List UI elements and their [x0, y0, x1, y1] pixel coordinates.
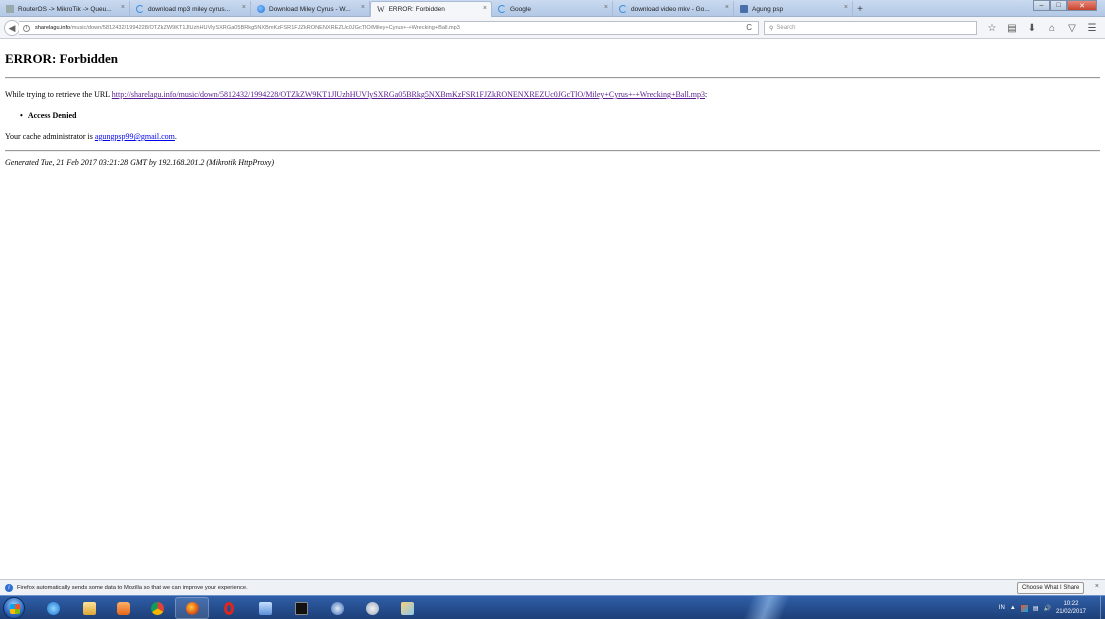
clock-date: 21/02/2017: [1055, 609, 1086, 615]
tab-close-icon[interactable]: ×: [121, 4, 125, 11]
tab-close-icon[interactable]: ×: [361, 4, 365, 11]
home-icon[interactable]: ⌂: [1042, 21, 1062, 35]
reading-list-icon[interactable]: ▤: [1002, 21, 1022, 35]
tab-label: download mp3 miley cyrus...: [148, 5, 231, 13]
retrieve-message: While trying to retrieve the URL http://…: [5, 90, 707, 99]
admin-suffix: .: [174, 132, 177, 141]
requested-url-link[interactable]: http://sharelagu.info/music/down/5812432…: [112, 90, 705, 99]
show-desktop-button[interactable]: [1100, 596, 1105, 619]
ie-icon[interactable]: [36, 597, 70, 619]
retrieve-prefix: While trying to retrieve the URL: [5, 90, 112, 99]
paint-icon[interactable]: [390, 597, 424, 619]
tab-close-icon[interactable]: ×: [725, 4, 729, 11]
toolbar-icons: ☆ ▤ ⬇ ⌂ ▽ ☰: [982, 21, 1102, 35]
pocket-icon[interactable]: ▽: [1062, 21, 1082, 35]
generated-footer: Generated Tue, 21 Feb 2017 03:21:28 GMT …: [5, 158, 274, 167]
system-tray: IN ▲ ▤ 🔊 10:22 21/02/2017: [999, 596, 1099, 619]
divider: [5, 150, 1100, 152]
tab-list: RouterOS -> MikroTik -> Queu... × downlo…: [0, 1, 867, 17]
back-button[interactable]: ◀: [4, 20, 20, 36]
retrieve-suffix: :: [705, 90, 708, 99]
globe-icon: [257, 5, 265, 13]
tab-routeros[interactable]: RouterOS -> MikroTik -> Queu... ×: [0, 1, 130, 17]
tab-agung-psp[interactable]: Agung psp ×: [734, 1, 853, 17]
window-controls: – □ ✕: [1033, 0, 1097, 11]
choose-what-i-share-button[interactable]: Choose What I Share: [1017, 582, 1085, 594]
search-app-icon[interactable]: [355, 597, 389, 619]
error-reason: Access Denied: [20, 111, 77, 120]
tab-strip: RouterOS -> MikroTik -> Queu... × downlo…: [0, 0, 1105, 17]
search-placeholder: Search: [776, 25, 796, 31]
loading-icon: [498, 5, 506, 13]
tab-download-miley[interactable]: Download Miley Cyrus - W... ×: [251, 1, 370, 17]
menu-icon[interactable]: ☰: [1082, 21, 1102, 35]
tab-label: ERROR: Forbidden: [388, 6, 445, 13]
notification-bar: i Firefox automatically sends some data …: [0, 579, 1105, 595]
tab-close-icon[interactable]: ×: [844, 4, 848, 11]
tab-label: download video mkv - Go...: [631, 5, 710, 13]
address-bar[interactable]: i sharelagu.info/music/down/5812432/1994…: [19, 21, 759, 35]
arrow-left-icon: ◀: [8, 22, 16, 33]
info-icon: i: [5, 583, 13, 592]
explorer-icon[interactable]: [72, 597, 106, 619]
clock-time: 10:22: [1063, 601, 1079, 607]
tab-label: Agung psp: [752, 5, 784, 13]
taskbar: IN ▲ ▤ 🔊 10:22 21/02/2017: [0, 595, 1105, 619]
info-icon[interactable]: i: [23, 24, 30, 32]
navigation-bar: ◀ i sharelagu.info/music/down/5812432/19…: [0, 17, 1105, 39]
reload-icon[interactable]: C: [746, 23, 752, 32]
tab-close-icon[interactable]: ×: [242, 4, 246, 11]
network-tray-icon[interactable]: ▤: [1033, 605, 1039, 612]
divider: [5, 77, 1100, 79]
tab-label: Download Miley Cyrus - W...: [269, 5, 351, 13]
language-indicator[interactable]: IN: [999, 605, 1005, 611]
chrome-icon[interactable]: [140, 597, 174, 619]
volume-icon[interactable]: 🔊: [1043, 605, 1050, 612]
wallpaper-swoosh: [700, 596, 820, 619]
url-path: /music/down/5812432/1994228/OTZkZW9KT1Jl…: [70, 25, 460, 31]
generic-icon: [6, 5, 14, 13]
tab-close-icon[interactable]: ×: [604, 4, 608, 11]
new-tab-button[interactable]: +: [853, 1, 867, 17]
start-button[interactable]: [3, 597, 25, 619]
admin-message: Your cache administrator is agungpsp99@g…: [5, 132, 177, 141]
search-input[interactable]: ⚲ Search: [764, 21, 977, 35]
admin-prefix: Your cache administrator is: [5, 132, 95, 141]
cmd-icon[interactable]: [284, 597, 318, 619]
tab-close-icon[interactable]: ×: [483, 5, 487, 12]
tab-download-mp3[interactable]: download mp3 miley cyrus... ×: [130, 1, 251, 17]
firefox-icon[interactable]: [175, 597, 209, 619]
tab-google[interactable]: Google ×: [492, 1, 613, 17]
page-title: ERROR: Forbidden: [5, 51, 119, 66]
clock[interactable]: 10:22 21/02/2017: [1056, 600, 1086, 616]
w-icon: W: [377, 4, 385, 14]
tab-download-video[interactable]: download video mkv - Go... ×: [613, 1, 734, 17]
loading-icon: [136, 5, 144, 13]
notification-close-icon[interactable]: ×: [1095, 583, 1099, 590]
tile-icon: [740, 5, 748, 13]
tab-label: RouterOS -> MikroTik -> Queu...: [18, 5, 112, 13]
maximize-button[interactable]: □: [1050, 0, 1067, 11]
network-icon[interactable]: [248, 597, 282, 619]
admin-email-link[interactable]: agungpsp99@gmail.com: [95, 132, 175, 141]
search-icon: ⚲: [769, 25, 774, 32]
loading-icon: [619, 5, 627, 13]
tab-label: Google: [510, 5, 531, 13]
notification-message: Firefox automatically sends some data to…: [17, 584, 248, 591]
url-domain: sharelagu.info: [35, 25, 71, 31]
chevron-up-icon[interactable]: ▲: [1010, 605, 1016, 611]
download-icon[interactable]: ⬇: [1022, 21, 1042, 35]
opera-icon[interactable]: [212, 597, 246, 619]
media-player-icon[interactable]: [106, 597, 140, 619]
star-icon[interactable]: ☆: [982, 21, 1002, 35]
flag-icon[interactable]: [1020, 604, 1028, 612]
page-content: ERROR: Forbidden While trying to retriev…: [0, 40, 1105, 578]
minimize-button[interactable]: –: [1033, 0, 1050, 11]
app-icon[interactable]: [320, 597, 354, 619]
close-window-button[interactable]: ✕: [1067, 0, 1097, 11]
tab-error-forbidden[interactable]: W ERROR: Forbidden ×: [370, 1, 492, 17]
